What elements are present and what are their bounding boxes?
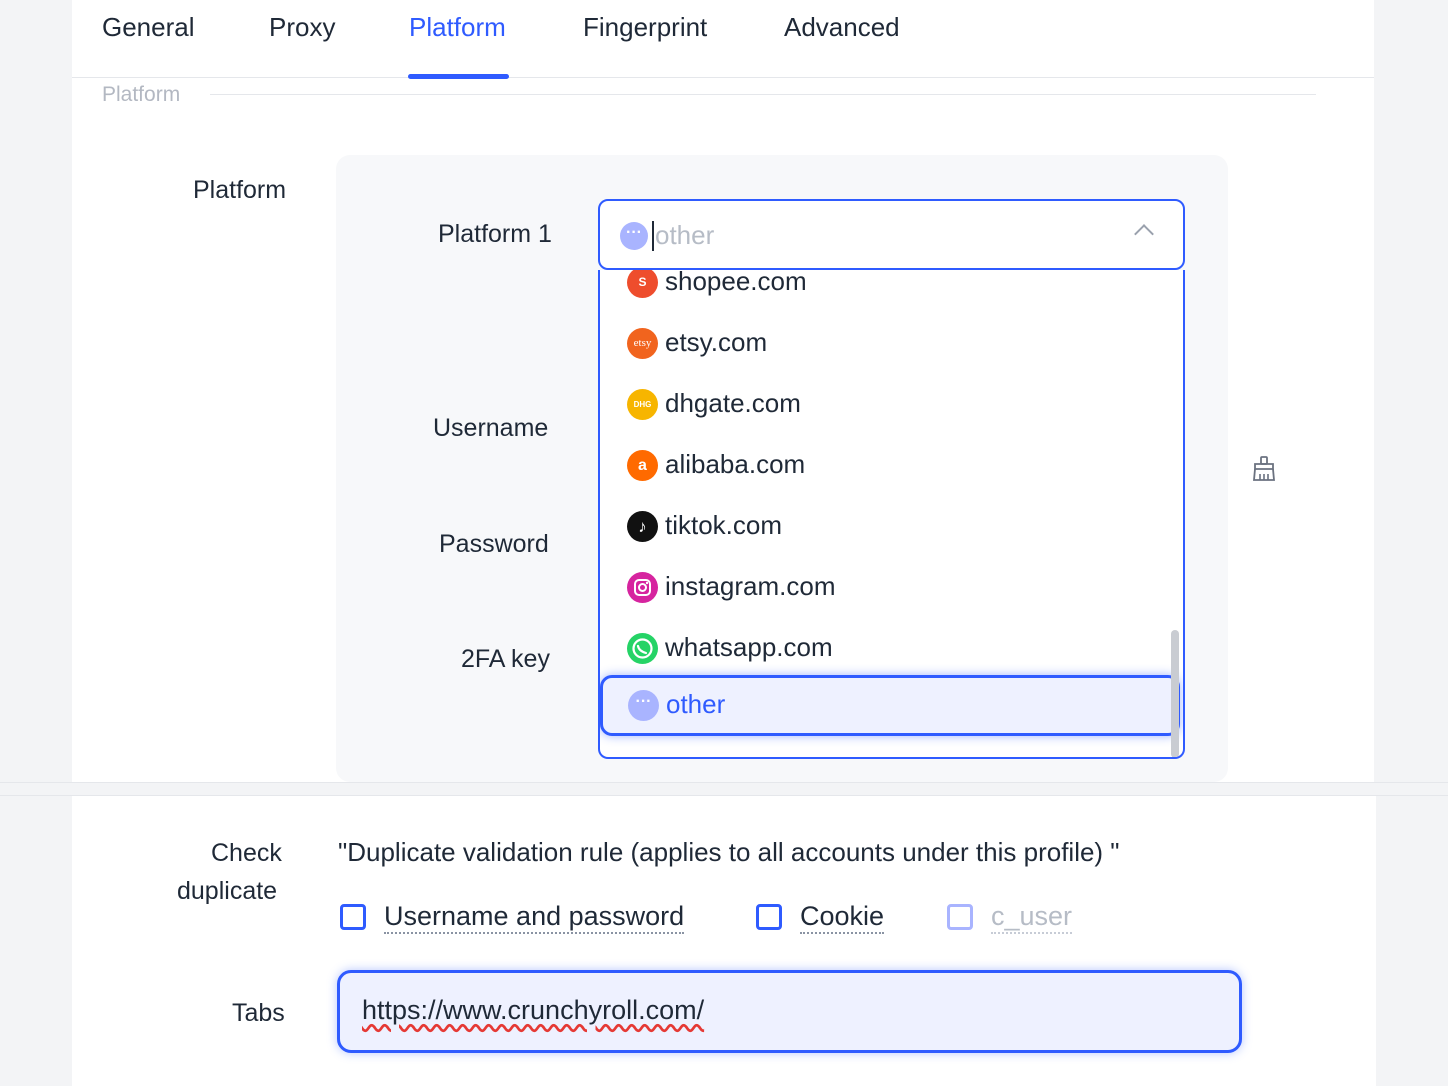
section-title-divider	[210, 94, 1316, 95]
platform-label: Platform	[193, 176, 287, 204]
platform-select-placeholder: other	[655, 220, 715, 250]
dropdown-option-shopee[interactable]: S shopee.com	[600, 270, 1175, 313]
alibaba-icon: a	[627, 450, 658, 481]
section-title: Platform	[102, 83, 181, 106]
dropdown-option-label: tiktok.com	[665, 510, 783, 540]
tab-proxy[interactable]: Proxy	[269, 12, 335, 43]
c-user-checkbox-label[interactable]: c_user	[991, 901, 1073, 934]
broom-icon[interactable]	[1252, 456, 1276, 482]
dropdown-option-label: dhgate.com	[665, 388, 801, 418]
check-duplicate-label-line1: Check	[211, 839, 282, 867]
dropdown-option-instagram[interactable]: instagram.com	[600, 557, 1175, 618]
dropdown-option-tiktok[interactable]: ♪ tiktok.com	[600, 496, 1175, 557]
tabs-url-value: https://www.crunchyroll.com/	[362, 995, 705, 1025]
tab-bar: General Proxy Platform Fingerprint Advan…	[72, 0, 1374, 78]
dropdown-option-label: instagram.com	[665, 571, 836, 601]
dropdown-option-label: whatsapp.com	[665, 632, 833, 662]
username-label: Username	[433, 414, 549, 442]
dropdown-option-etsy[interactable]: etsy etsy.com	[600, 313, 1175, 374]
tab-platform[interactable]: Platform	[409, 12, 506, 43]
username-password-checkbox[interactable]	[340, 904, 366, 930]
chevron-up-icon[interactable]	[1134, 224, 1154, 244]
etsy-icon: etsy	[627, 328, 658, 359]
dropdown-option-label: shopee.com	[665, 270, 807, 296]
text-cursor	[652, 221, 654, 251]
cookie-checkbox[interactable]	[756, 904, 782, 930]
tab-fingerprint[interactable]: Fingerprint	[583, 12, 707, 43]
section-divider	[0, 782, 1448, 796]
shopee-icon: S	[627, 270, 658, 298]
dropdown-option-alibaba[interactable]: a alibaba.com	[600, 435, 1175, 496]
dropdown-option-label: alibaba.com	[665, 449, 806, 479]
twofa-label: 2FA key	[461, 645, 550, 673]
more-dots-icon: ···	[620, 222, 648, 250]
password-label: Password	[439, 530, 549, 558]
tab-advanced[interactable]: Advanced	[784, 12, 900, 43]
dropdown-scrollbar[interactable]	[1171, 630, 1179, 757]
active-tab-indicator	[408, 74, 509, 79]
instagram-icon	[627, 572, 658, 603]
tiktok-icon: ♪	[627, 511, 658, 542]
c-user-checkbox[interactable]	[947, 904, 973, 930]
whatsapp-icon	[627, 633, 658, 664]
more-dots-icon: ···	[628, 690, 659, 721]
platform-select[interactable]: ··· other	[598, 199, 1185, 270]
tabs-label: Tabs	[232, 999, 285, 1027]
dropdown-option-label: other	[666, 689, 726, 719]
tabs-url-input[interactable]: https://www.crunchyroll.com/	[337, 970, 1242, 1053]
cookie-checkbox-label[interactable]: Cookie	[800, 901, 885, 934]
tab-general[interactable]: General	[102, 12, 195, 43]
dropdown-option-other[interactable]: ··· other	[600, 675, 1180, 736]
dhgate-icon: DHG	[627, 389, 658, 420]
dropdown-option-label: etsy.com	[665, 327, 768, 357]
dropdown-option-dhgate[interactable]: DHG dhgate.com	[600, 374, 1175, 435]
duplicate-rule-text: "Duplicate validation rule (applies to a…	[338, 837, 1120, 867]
username-password-checkbox-label[interactable]: Username and password	[384, 901, 685, 934]
platform-dropdown-list[interactable]: S shopee.com etsy etsy.com DHG dhgate.co…	[598, 270, 1185, 759]
dropdown-option-whatsapp[interactable]: whatsapp.com	[600, 618, 1175, 679]
check-duplicate-label-line2: duplicate	[177, 877, 278, 905]
platform1-label: Platform 1	[438, 220, 552, 248]
